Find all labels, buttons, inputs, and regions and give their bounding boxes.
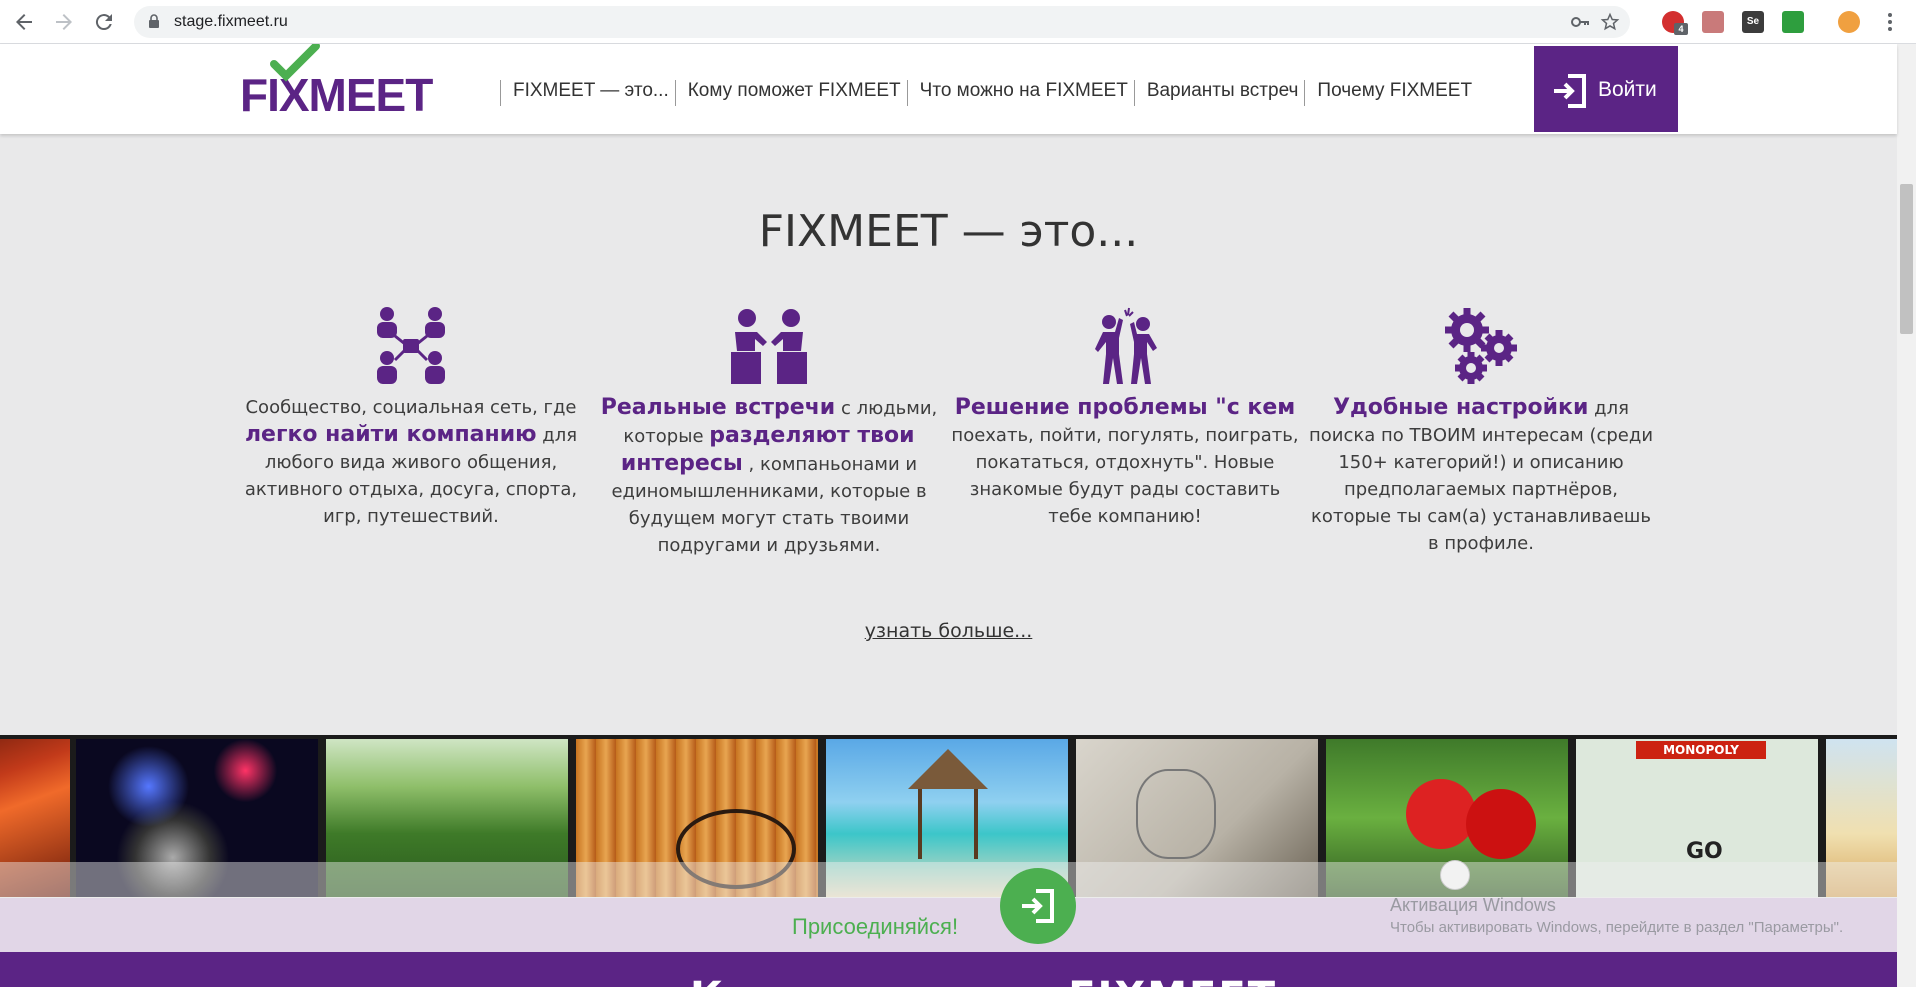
login-label: Войти: [1598, 78, 1657, 101]
sketch-face-shape: [1136, 769, 1216, 859]
selenium-extension-icon[interactable]: Se: [1742, 11, 1764, 33]
profile-avatar-icon[interactable]: [1838, 11, 1860, 33]
feature-settings: Удобные настройки для поиска по ТВОИМ ин…: [1306, 306, 1656, 557]
menu-item-why[interactable]: Почему FIXMEET: [1304, 80, 1478, 106]
logo-text: FIXMEET: [240, 69, 433, 121]
windows-activation-text: Чтобы активировать Windows, перейдите в …: [1390, 919, 1844, 936]
fixmeet-logo[interactable]: FIXMEET: [240, 44, 440, 126]
feature-3-highlight: Решение проблемы "с кем: [954, 395, 1296, 420]
paddle-shape-1: [1406, 779, 1476, 849]
paddle-shape-2: [1466, 789, 1536, 859]
menu-item-about[interactable]: FIXMEET — это...: [500, 80, 675, 106]
gears-icon: [1445, 308, 1517, 384]
gazebo-posts-shape: [918, 789, 978, 859]
feature-community: Сообщество, социальная сеть, где легко н…: [236, 306, 586, 530]
feature-1-highlight: легко найти компанию: [244, 422, 537, 447]
windows-activation-title: Активация Windows: [1390, 895, 1556, 915]
feature-3-text: поехать, пойти, погулять, поиграть, пока…: [951, 425, 1299, 527]
login-icon: [1554, 74, 1586, 108]
carousel-overlay: [0, 862, 1897, 898]
feature-2-highlight: Реальные встречи: [600, 395, 836, 420]
login-button[interactable]: Войти: [1534, 46, 1678, 132]
scrollbar-thumb[interactable]: [1900, 184, 1913, 334]
checkmark-icon: [270, 44, 320, 82]
monopoly-logo: MONOPOLY: [1636, 741, 1766, 759]
footer-cut-heading: Кому поможет FIXMEET: [690, 974, 1277, 987]
page-scrollbar[interactable]: [1897, 44, 1916, 987]
kebab-menu-icon[interactable]: [1878, 10, 1902, 34]
reload-icon[interactable]: [92, 10, 116, 34]
back-icon[interactable]: [12, 10, 36, 34]
network-people-icon: [377, 307, 445, 384]
pdf-extension-icon[interactable]: [1702, 11, 1724, 33]
extension-se-label: Se: [1746, 16, 1760, 27]
address-bar[interactable]: stage.fixmeet.ru: [134, 6, 1630, 38]
feature-problem: Решение проблемы "с кем поехать, пойти, …: [950, 306, 1300, 530]
extension-badge: 4: [1674, 23, 1688, 35]
main-menu: FIXMEET — это... Кому поможет FIXMEET Чт…: [500, 80, 1478, 106]
adblock-extension-icon[interactable]: 4: [1662, 11, 1688, 35]
meeting-people-icon: [731, 309, 807, 384]
star-icon[interactable]: [1600, 12, 1620, 32]
url-text[interactable]: stage.fixmeet.ru: [174, 13, 288, 31]
learn-more-link[interactable]: узнать больше...: [0, 620, 1897, 642]
menu-item-who-helps[interactable]: Кому поможет FIXMEET: [674, 80, 907, 106]
feature-meetings: Реальные встречи с людьми, которые разде…: [594, 306, 944, 559]
high-five-icon: [1095, 307, 1157, 384]
green-extension-icon[interactable]: [1782, 11, 1804, 33]
forward-icon[interactable]: [52, 10, 76, 34]
join-button[interactable]: [1000, 868, 1076, 944]
feature-4-highlight: Удобные настройки: [1333, 395, 1589, 420]
menu-item-meeting-types[interactable]: Варианты встреч: [1133, 80, 1305, 106]
join-label[interactable]: Присоединяйся!: [792, 914, 958, 940]
menu-item-what-can[interactable]: Что можно на FIXMEET: [906, 80, 1134, 106]
site-header: FIXMEET FIXMEET — это... Кому поможет FI…: [0, 44, 1897, 134]
section-title: FIXMEET — это...: [758, 206, 1139, 257]
feature-1-pre: Сообщество, социальная сеть, где: [245, 397, 577, 418]
lock-icon: [149, 14, 159, 28]
gazebo-roof-shape: [908, 749, 988, 789]
go-label: GO: [1686, 839, 1723, 864]
footer-section-band: Кому поможет FIXMEET: [0, 952, 1897, 987]
browser-toolbar: stage.fixmeet.ru 4 Se: [0, 0, 1916, 44]
key-icon[interactable]: [1570, 12, 1590, 32]
feature-4-text: для поиска по ТВОИМ интересам (среди 150…: [1308, 398, 1654, 554]
carousel-dot[interactable]: [1440, 860, 1470, 890]
join-login-icon: [1022, 889, 1054, 923]
